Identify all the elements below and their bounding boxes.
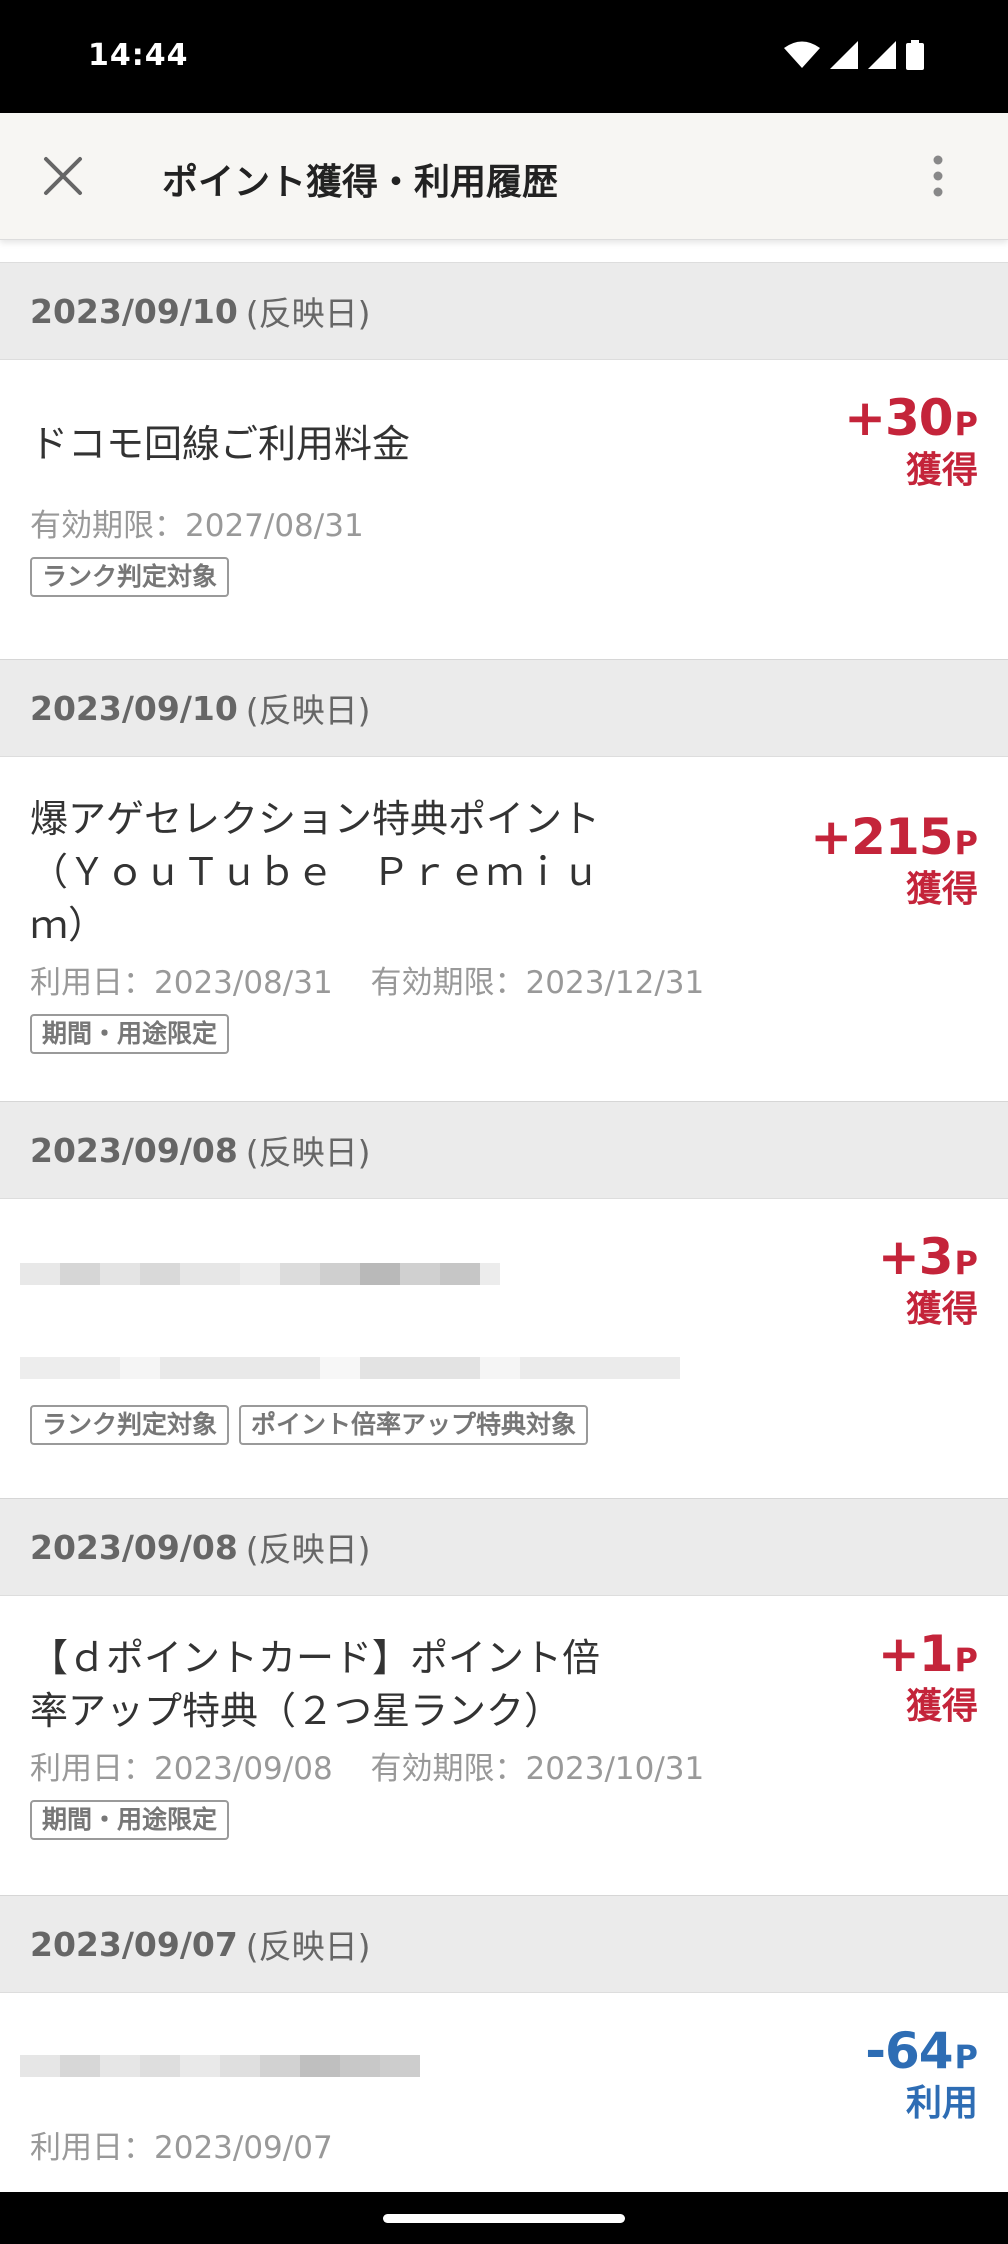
points-amount: +3 bbox=[877, 1228, 954, 1286]
status-time: 14:44 bbox=[88, 38, 189, 73]
entry-title: ドコモ回線ご利用料金 bbox=[30, 422, 411, 466]
points: +215P 獲得 bbox=[810, 807, 978, 913]
more-options-button[interactable] bbox=[908, 143, 968, 209]
status-bar: 14:44 bbox=[0, 0, 1008, 113]
date-header: 2023/09/07 (反映日) bbox=[0, 1896, 1008, 1993]
app-bar: ポイント獲得・利用履歴 bbox=[0, 113, 1008, 240]
history-item[interactable]: ドコモ回線ご利用料金 有効期限：2027/08/31 ランク判定対象 +30P … bbox=[0, 360, 1008, 660]
limited-badge: 期間・用途限定 bbox=[30, 1014, 230, 1054]
date-suffix: (反映日) bbox=[245, 691, 371, 730]
usage-date-text: 利用日：2023/09/07 bbox=[30, 2130, 333, 2166]
badges: ランク判定対象 bbox=[30, 557, 978, 597]
date-suffix: (反映日) bbox=[245, 1927, 371, 1966]
usage-date-text: 利用日：2023/08/31 bbox=[30, 965, 333, 1001]
badges: ランク判定対象 ポイント倍率アップ特典対象 bbox=[30, 1405, 978, 1445]
date-header: 2023/09/10 (反映日) bbox=[0, 660, 1008, 757]
points-kind: 獲得 bbox=[905, 450, 978, 491]
status-icons bbox=[784, 40, 924, 70]
close-icon bbox=[44, 157, 82, 195]
date-header: 2023/09/08 (反映日) bbox=[0, 1102, 1008, 1199]
history-item[interactable]: 爆アゲセレクション特典ポイント（ＹｏｕＴｕｂｅ Ｐｒｅｍｉｕｍ） 利用日：202… bbox=[0, 757, 1008, 1102]
history-item[interactable]: ランク判定対象 ポイント倍率アップ特典対象 +3P 獲得 bbox=[0, 1199, 1008, 1499]
points-unit: P bbox=[954, 824, 978, 862]
points-kind: 獲得 bbox=[905, 869, 978, 910]
date-header: 2023/09/10 (反映日) bbox=[0, 263, 1008, 360]
points: +30P 獲得 bbox=[844, 388, 978, 494]
history-item[interactable]: 【ｄポイントカード】ポイント倍率アップ特典（２つ星ランク） 利用日：2023/0… bbox=[0, 1596, 1008, 1896]
date-text: 2023/09/10 bbox=[30, 688, 238, 728]
points-unit: P bbox=[954, 2038, 978, 2076]
points-kind: 獲得 bbox=[905, 1686, 978, 1727]
wifi-icon bbox=[784, 41, 820, 68]
points-amount: +1 bbox=[877, 1625, 954, 1683]
navigation-bar bbox=[0, 2192, 1008, 2244]
expiry-text: 有効期限：2023/12/31 bbox=[370, 965, 705, 1001]
entry-title: 【ｄポイントカード】ポイント倍率アップ特典（２つ星ランク） bbox=[30, 1636, 601, 1733]
redacted-meta bbox=[20, 1357, 978, 1379]
date-suffix: (反映日) bbox=[245, 1530, 371, 1569]
close-button[interactable] bbox=[30, 143, 96, 209]
entry-meta: 利用日：2023/08/31 有効期限：2023/12/31 bbox=[30, 962, 978, 1004]
points-kind: 獲得 bbox=[905, 1289, 978, 1330]
battery-icon bbox=[906, 40, 924, 70]
home-handle[interactable] bbox=[383, 2214, 625, 2223]
points: -64P 利用 bbox=[865, 2021, 978, 2127]
date-text: 2023/09/08 bbox=[30, 1130, 238, 1170]
expiry-text: 有効期限：2027/08/31 bbox=[30, 508, 364, 544]
badges: 期間・用途限定 bbox=[30, 1800, 978, 1840]
date-suffix: (反映日) bbox=[245, 294, 371, 333]
points-unit: P bbox=[954, 1244, 978, 1282]
points-kind: 利用 bbox=[905, 2083, 978, 2124]
points: +3P 獲得 bbox=[878, 1227, 978, 1333]
entry-meta: 有効期限：2027/08/31 bbox=[30, 505, 978, 547]
rank-badge: ランク判定対象 bbox=[30, 557, 230, 597]
date-text: 2023/09/07 bbox=[30, 1924, 238, 1964]
points-amount: +215 bbox=[810, 808, 953, 866]
expiry-text: 有効期限：2023/10/31 bbox=[370, 1751, 705, 1787]
redacted-title bbox=[20, 2055, 978, 2077]
date-suffix: (反映日) bbox=[245, 1133, 371, 1172]
date-text: 2023/09/08 bbox=[30, 1527, 238, 1567]
limited-badge: 期間・用途限定 bbox=[30, 1800, 230, 1840]
points-amount: -64 bbox=[865, 2022, 953, 2080]
rank-badge: ランク判定対象 bbox=[30, 1405, 230, 1445]
badges: 期間・用途限定 bbox=[30, 1014, 978, 1054]
points-unit: P bbox=[954, 405, 978, 443]
date-header: 2023/09/08 (反映日) bbox=[0, 1499, 1008, 1596]
entry-title: 爆アゲセレクション特典ポイント（ＹｏｕＴｕｂｅ Ｐｒｅｍｉｕｍ） bbox=[30, 797, 601, 947]
entry-meta: 利用日：2023/09/08 有効期限：2023/10/31 bbox=[30, 1748, 978, 1790]
points-amount: +30 bbox=[844, 389, 953, 447]
history-item[interactable]: 利用日：2023/09/07 -64P 利用 bbox=[0, 1993, 1008, 2192]
history-list[interactable]: 2023/09/10 (反映日) ドコモ回線ご利用料金 有効期限：2027/08… bbox=[0, 262, 1008, 2192]
points: +1P 獲得 bbox=[878, 1624, 978, 1730]
redacted-title bbox=[20, 1263, 978, 1285]
date-text: 2023/09/10 bbox=[30, 291, 238, 331]
multiplier-badge: ポイント倍率アップ特典対象 bbox=[239, 1405, 589, 1445]
signal-icon bbox=[830, 41, 858, 69]
usage-date-text: 利用日：2023/09/08 bbox=[30, 1751, 333, 1787]
entry-meta: 利用日：2023/09/07 bbox=[30, 2127, 978, 2169]
page-title: ポイント獲得・利用履歴 bbox=[162, 162, 559, 203]
more-vert-icon bbox=[933, 155, 943, 197]
signal-icon bbox=[868, 41, 896, 69]
points-unit: P bbox=[954, 1641, 978, 1679]
